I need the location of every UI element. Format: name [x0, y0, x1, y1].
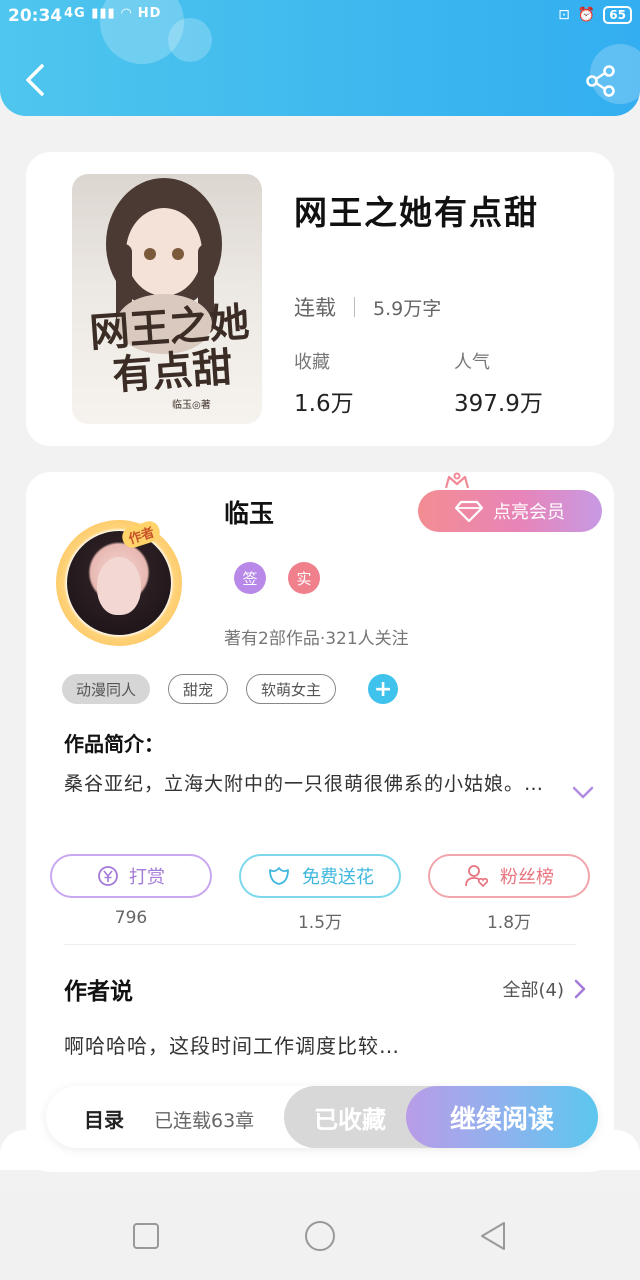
fan-rank-button[interactable]: 粉丝榜 — [428, 854, 590, 898]
signal-indicator: 4G ▮▮▮ ◠ HD — [64, 6, 161, 21]
status-time: 20:34 — [8, 6, 63, 26]
popularity-label: 人气 — [454, 352, 490, 373]
cover-author: 临玉◎著 — [172, 400, 211, 411]
fan-rank-label: 粉丝榜 — [500, 867, 554, 888]
vip-button[interactable]: 点亮会员 — [418, 490, 602, 532]
alarm-icon: ⏰ — [577, 7, 596, 23]
intro-label: 作品简介： — [64, 732, 164, 756]
back-nav-icon[interactable] — [476, 1218, 512, 1254]
chevron-left-icon — [26, 64, 44, 96]
serial-status: 连载 — [294, 296, 336, 320]
back-button[interactable] — [20, 62, 50, 98]
user-heart-icon — [465, 865, 489, 888]
favorites-stat: 收藏 1.6万 — [294, 348, 354, 418]
author-avatar[interactable]: 作者 — [56, 518, 182, 646]
status-bar: 20:34 4G ▮▮▮ ◠ HD ⊡ ⏰ 65 — [0, 0, 640, 34]
continue-reading-button[interactable]: 继续阅读 — [406, 1086, 598, 1148]
tag-list: 动漫同人 甜宠 软萌女主 + — [62, 674, 399, 704]
toc-button[interactable]: 目录 — [84, 1104, 124, 1133]
verified-badge: 实 — [288, 562, 320, 594]
system-nav-bar — [0, 1194, 640, 1280]
tag-item[interactable]: 动漫同人 — [62, 674, 151, 704]
wifi-icon: ◠ — [121, 6, 133, 21]
author-says-text[interactable]: 啊哈哈哈，这段时间工作调度比较… — [64, 1030, 400, 1059]
plus-icon: + — [373, 676, 393, 702]
popularity-stat: 人气 397.9万 — [454, 348, 543, 418]
book-info-card: 网王之她有点甜 临玉◎著 网王之她有点甜 连载 5.9万字 收藏 1.6万 人气… — [26, 152, 614, 446]
hd-label: HD — [137, 6, 162, 21]
avatar-image — [67, 531, 171, 635]
app-header: 20:34 4G ▮▮▮ ◠ HD ⊡ ⏰ 65 — [0, 0, 640, 116]
send-flower-label: 免费送花 — [302, 867, 374, 888]
book-title: 网王之她有点甜 — [294, 193, 539, 232]
lock-icon: ⊡ — [558, 7, 570, 23]
tip-action: 打赏 796 — [50, 854, 212, 933]
author-badges: 签 实 — [234, 562, 320, 594]
share-icon — [586, 65, 615, 97]
section-divider — [64, 944, 576, 945]
tip-count: 796 — [114, 908, 148, 928]
author-says-title: 作者说 — [64, 979, 133, 1005]
author-card: 作者 临玉 点亮会员 签 实 著有2部作品·321人关注 动漫同人 甜宠 软萌女… — [26, 472, 614, 1172]
flower-action: 免费送花 1.5万 — [239, 854, 401, 933]
tip-button[interactable]: 打赏 — [50, 854, 212, 898]
crown-icon — [444, 472, 470, 489]
intro-text: 桑谷亚纪，立海大附中的一只很萌很佛系的小姑娘。… — [64, 773, 545, 795]
book-cover[interactable]: 网王之她有点甜 临玉◎著 — [72, 174, 262, 424]
network-type: 4G — [64, 6, 86, 21]
action-row: 打赏 796 免费送花 1.5万 粉丝榜 1.8万 — [50, 854, 590, 933]
tag-item[interactable]: 软萌女主 — [246, 674, 337, 704]
tag-item[interactable]: 甜宠 — [168, 674, 229, 704]
vip-button-label: 点亮会员 — [493, 502, 565, 523]
chapter-count: 已连载63章 — [154, 1110, 255, 1132]
cover-title: 网王之她有点甜 — [87, 298, 251, 400]
book-status-row: 连载 5.9万字 — [294, 292, 441, 322]
flower-icon — [269, 867, 289, 885]
popularity-value: 397.9万 — [454, 391, 543, 417]
author-says-all-link[interactable]: 全部(4) — [503, 976, 587, 1002]
divider — [354, 297, 355, 317]
yen-coin-icon — [98, 866, 118, 886]
diamond-icon — [455, 500, 483, 522]
bottom-action-bar: 目录 已连载63章 已收藏 继续阅读 — [46, 1086, 598, 1148]
fan-count: 1.8万 — [486, 913, 532, 933]
author-name[interactable]: 临玉 — [224, 494, 274, 530]
favorited-label: 已收藏 — [314, 1105, 386, 1134]
share-button[interactable] — [584, 64, 618, 98]
status-right: ⊡ ⏰ 65 — [558, 6, 632, 24]
chevron-right-icon — [574, 979, 586, 999]
signal-bars-icon: ▮▮▮ — [91, 6, 116, 21]
home-icon[interactable] — [302, 1218, 338, 1254]
avatar-face — [97, 557, 141, 615]
fans-action: 粉丝榜 1.8万 — [428, 854, 590, 933]
signed-badge: 签 — [234, 562, 266, 594]
send-flower-button[interactable]: 免费送花 — [239, 854, 401, 898]
chevron-down-icon[interactable] — [572, 786, 594, 800]
continue-reading-label: 继续阅读 — [449, 1104, 554, 1135]
recent-apps-icon[interactable] — [128, 1218, 164, 1254]
word-count: 5.9万字 — [373, 297, 442, 320]
flower-count: 1.5万 — [297, 913, 343, 933]
tip-label: 打赏 — [129, 867, 165, 888]
favorites-value: 1.6万 — [294, 391, 354, 417]
add-tag-button[interactable]: + — [368, 674, 399, 704]
favorites-label: 收藏 — [294, 352, 330, 373]
all-label: 全部(4) — [502, 980, 565, 1001]
battery-indicator: 65 — [603, 6, 632, 24]
author-meta: 著有2部作品·321人关注 — [224, 629, 409, 649]
